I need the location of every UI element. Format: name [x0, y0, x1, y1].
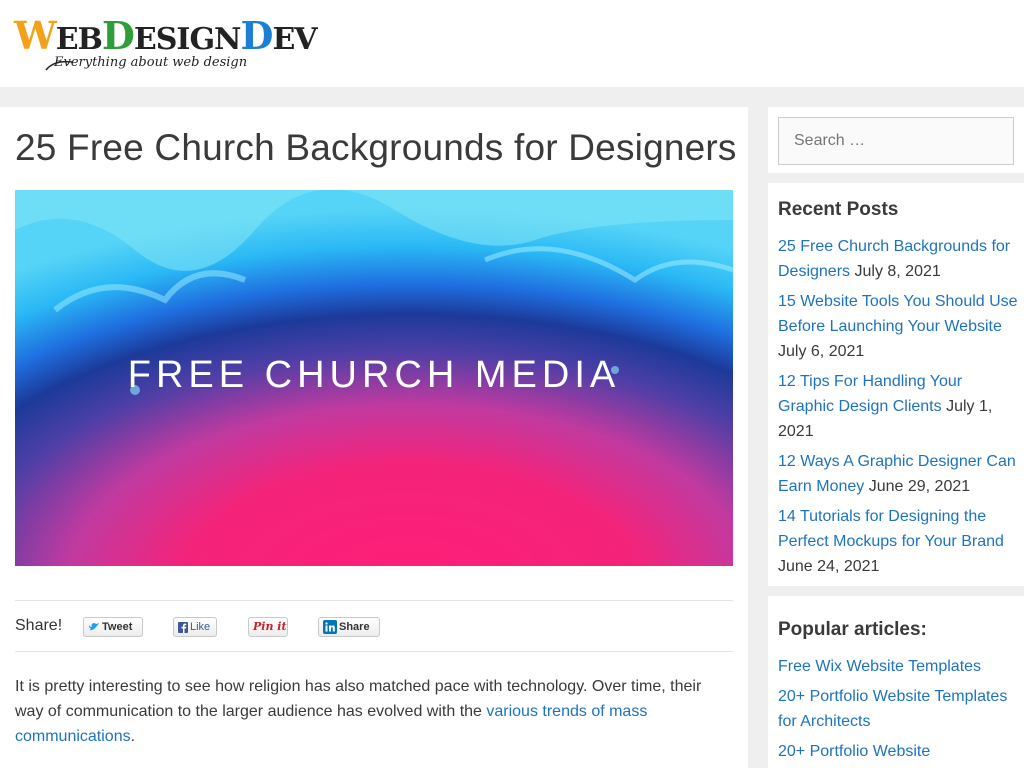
post-date: July 6, 2021: [778, 343, 865, 360]
facebook-icon: [178, 621, 188, 633]
list-item: 15 Website Tools You Should Use Before L…: [778, 289, 1018, 364]
logo-letters-ev: EV: [272, 22, 317, 57]
recent-post-link[interactable]: 14 Tutorials for Designing the Perfect M…: [778, 508, 1004, 550]
recent-posts-list: 25 Free Church Backgrounds for Designers…: [778, 234, 1018, 584]
site-header: WEBDESIGNDEV Everything about web design: [0, 0, 1024, 87]
logo-letter-w: W: [14, 13, 57, 58]
tweet-label: Tweet: [102, 621, 133, 633]
popular-post-link[interactable]: Free Wix Website Templates: [778, 658, 981, 675]
site-tagline: Everything about web design: [54, 55, 248, 70]
recent-post-link[interactable]: 15 Website Tools You Should Use Before L…: [778, 293, 1018, 335]
article-title: 25 Free Church Backgrounds for Designers: [15, 127, 737, 168]
linkedin-share-button[interactable]: Share: [318, 617, 380, 637]
popular-post-link[interactable]: 20+ Portfolio Website Templates for Arch…: [778, 688, 1007, 730]
list-item: 12 Ways A Graphic Designer Can Earn Mone…: [778, 449, 1018, 499]
post-date: June 24, 2021: [778, 558, 880, 575]
list-item: 12 Tips For Handling Your Graphic Design…: [778, 369, 1018, 444]
logo-letters-esign: ESIGN: [133, 22, 242, 57]
tweet-button[interactable]: Tweet: [83, 617, 143, 637]
pin-label: Pin it: [253, 620, 287, 633]
popular-post-link[interactable]: 20+ Portfolio Website: [778, 743, 930, 760]
popular-articles-list: Free Wix Website Templates 20+ Portfolio…: [778, 654, 1018, 768]
list-item: Free Wix Website Templates: [778, 654, 1018, 679]
share-label-linkedin: Share: [339, 621, 370, 633]
recent-post-link[interactable]: 12 Tips For Handling Your Graphic Design…: [778, 373, 962, 415]
list-item: 25 Free Church Backgrounds for Designers…: [778, 234, 1018, 284]
popular-articles-title: Popular articles:: [778, 619, 927, 640]
share-label: Share!: [15, 617, 63, 634]
post-date: June 29, 2021: [868, 478, 971, 495]
search-input[interactable]: [778, 117, 1014, 165]
article-card: 25 Free Church Backgrounds for Designers: [0, 107, 748, 768]
article-intro: It is pretty interesting to see how reli…: [15, 674, 733, 749]
list-item: 14 Tutorials for Designing the Perfect M…: [778, 504, 1018, 579]
site-logo[interactable]: WEBDESIGNDEV Everything about web design: [14, 13, 318, 78]
logo-letter-d2: D: [240, 13, 273, 58]
logo-letters-eb: EB: [55, 22, 103, 57]
recent-posts-widget: Recent Posts 25 Free Church Backgrounds …: [768, 183, 1024, 586]
popular-articles-widget: Popular articles: Free Wix Website Templ…: [768, 596, 1024, 768]
like-label: Like: [190, 621, 211, 633]
intro-end: .: [130, 728, 136, 745]
post-date: July 8, 2021: [854, 263, 941, 280]
pinterest-pin-button[interactable]: Pin it: [248, 617, 288, 637]
search-widget: [768, 107, 1024, 173]
list-item: 20+ Portfolio Website: [778, 739, 1018, 764]
logo-letter-d: D: [101, 13, 135, 58]
twitter-icon: [89, 623, 99, 631]
linkedin-icon: [323, 620, 337, 635]
list-item: 20+ Portfolio Website Templates for Arch…: [778, 684, 1018, 734]
facebook-like-button[interactable]: Like: [173, 617, 217, 637]
share-bar: Share! Tweet Like Pin it Share: [15, 600, 733, 652]
recent-posts-title: Recent Posts: [778, 199, 899, 220]
hero-image: FREE CHURCH MEDIA: [15, 190, 733, 566]
hero-text: FREE CHURCH MEDIA: [127, 354, 621, 396]
